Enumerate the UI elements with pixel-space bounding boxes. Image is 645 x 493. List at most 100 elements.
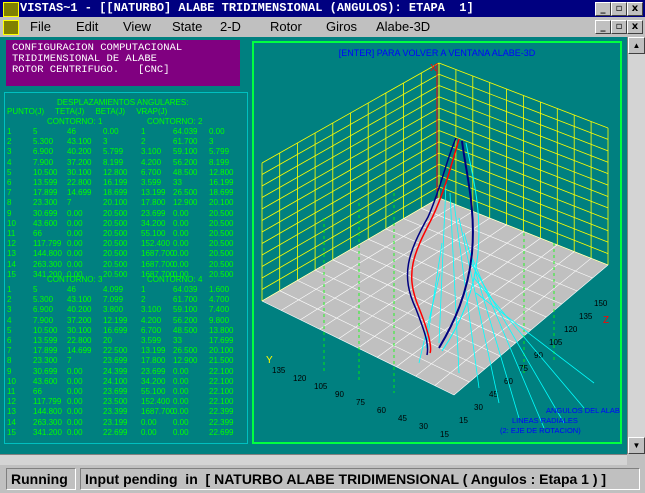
minimize-button[interactable]: _ [595, 2, 611, 16]
menu-edit[interactable]: Edit [76, 19, 98, 34]
z-tick-label: 150 [594, 299, 608, 308]
table-cell: 34.200 [141, 376, 166, 386]
contorno-1-label: CONTORNO: 1 [47, 117, 103, 126]
table-cell: 20.500 [103, 259, 128, 269]
table-cell: 144.800 [33, 249, 62, 259]
menu-rotor[interactable]: Rotor [270, 19, 302, 34]
child-close-button[interactable]: x [627, 20, 643, 34]
table-cell: 117.799 [33, 397, 62, 407]
table-cell: 4.200 [141, 157, 162, 167]
table-cell: 10 [7, 218, 16, 228]
table-cell: 24.399 [103, 366, 128, 376]
scroll-down-arrow-icon[interactable]: ▼ [628, 437, 645, 454]
table-cell: 5.300 [33, 137, 54, 147]
y-tick-label: 120 [293, 374, 307, 383]
table-cell: 0.00 [141, 417, 157, 427]
menu-giros[interactable]: Giros [326, 19, 357, 34]
table-cell: 12.900 [173, 198, 198, 208]
status-message: Input pending in [ NATURBO ALABE TRIDIME… [80, 468, 640, 490]
table-cell: 7 [67, 198, 72, 208]
table-cell: 22.800 [67, 178, 92, 187]
menu-2d[interactable]: 2-D [220, 19, 241, 34]
table-cell: 20.100 [209, 198, 234, 208]
blade-3d-plot[interactable]: [ENTER] PARA VOLVER A VENTANA ALABE-3D X… [252, 41, 625, 444]
table-cell: 14.699 [67, 346, 92, 356]
table-cell: 33 [173, 336, 182, 345]
table-cell: 20.500 [209, 249, 234, 259]
table-cell: 20.500 [209, 269, 234, 279]
table-cell: 4 [7, 315, 12, 325]
menu-view[interactable]: View [123, 19, 151, 34]
legend-axis: (2: EJE DE ROTACION) [500, 426, 581, 435]
table-cell: 6 [7, 178, 12, 187]
table-cell: 13.199 [141, 188, 166, 198]
menu-state[interactable]: State [172, 19, 202, 34]
table-cell: 3 [7, 305, 12, 315]
table-cell: 7 [67, 356, 72, 366]
scroll-up-arrow-icon[interactable]: ▲ [628, 37, 645, 54]
close-button[interactable]: x [627, 2, 643, 16]
table-cell: 37.200 [67, 315, 92, 325]
table-cell: 0.00 [67, 387, 83, 396]
table-cell: 0.00 [67, 397, 83, 407]
table-cell: 14 [7, 259, 16, 269]
table-cell: 23.699 [103, 387, 128, 396]
table-cell: 12 [7, 397, 16, 407]
table-cell: 0.00 [173, 239, 189, 249]
table-cell: 17.800 [141, 198, 166, 208]
table-cell: 14.699 [67, 188, 92, 198]
menu-alabe-3d[interactable]: Alabe-3D [376, 19, 430, 34]
table-cell: 30.100 [67, 167, 92, 177]
table-cell: 0.00 [67, 218, 83, 228]
table-cell: 0.00 [173, 387, 189, 396]
table-cell: 0.00 [173, 208, 189, 218]
child-minimize-button[interactable]: _ [595, 20, 611, 34]
table-cell: 0.00 [67, 208, 83, 218]
maximize-button[interactable]: ▫ [611, 2, 627, 16]
app-icon[interactable] [3, 2, 19, 17]
table-cell: 59.100 [173, 147, 198, 157]
table-cell: 2 [141, 137, 146, 147]
table-cell: 7.900 [33, 157, 54, 167]
menu-file[interactable]: File [30, 19, 51, 34]
table-cell: 6.900 [33, 147, 54, 157]
table-cell: 0.00 [67, 427, 83, 437]
table-cell: 6.700 [141, 167, 162, 177]
table-cell: 22.100 [209, 376, 234, 386]
table-cell: 23.500 [103, 397, 128, 407]
table-cell: 22.100 [209, 397, 234, 407]
table-cell: 23.699 [141, 366, 166, 376]
legend-angles: ANGULOS DEL ALABE [546, 406, 620, 415]
table-cell: 3 [7, 147, 12, 157]
table-cell: 17.699 [209, 336, 234, 345]
table-cell: 34.200 [141, 218, 166, 228]
z-tick-label: 30 [474, 403, 483, 412]
table-cell: 0.00 [173, 397, 189, 407]
table-cell: 16.199 [103, 178, 128, 187]
table-cell: 16.699 [103, 325, 128, 335]
table-cell: 5 [33, 127, 38, 136]
table-cell: 64.039 [173, 285, 198, 294]
table-cell: 6.700 [141, 325, 162, 335]
table-cell: 56.200 [173, 315, 198, 325]
table-cell: 20.500 [103, 249, 128, 259]
table-cell: 10 [7, 376, 16, 386]
table-cell: 8 [7, 356, 12, 366]
table-cell: 0.00 [173, 259, 189, 269]
horizontal-scrollbar[interactable] [0, 454, 627, 465]
table-cell: 30.699 [33, 208, 58, 218]
table-cell: 3 [209, 137, 214, 147]
table-cell: 5.799 [103, 147, 124, 157]
table-cell: 1687.700 [141, 259, 175, 269]
table-cell: 15 [7, 427, 16, 437]
child-maximize-button[interactable]: ▫ [611, 20, 627, 34]
table-cell: 23.399 [103, 407, 128, 417]
z-tick-label: 135 [579, 312, 593, 321]
table-cell: 20.100 [103, 198, 128, 208]
table-cell: 8.199 [103, 157, 124, 167]
vertical-scrollbar[interactable]: ▲ ▼ [627, 37, 645, 454]
table-cell: 13 [7, 249, 16, 259]
document-icon[interactable] [3, 20, 19, 35]
table-cell: 7.400 [209, 305, 230, 315]
table-cell: 0.00 [67, 407, 83, 417]
